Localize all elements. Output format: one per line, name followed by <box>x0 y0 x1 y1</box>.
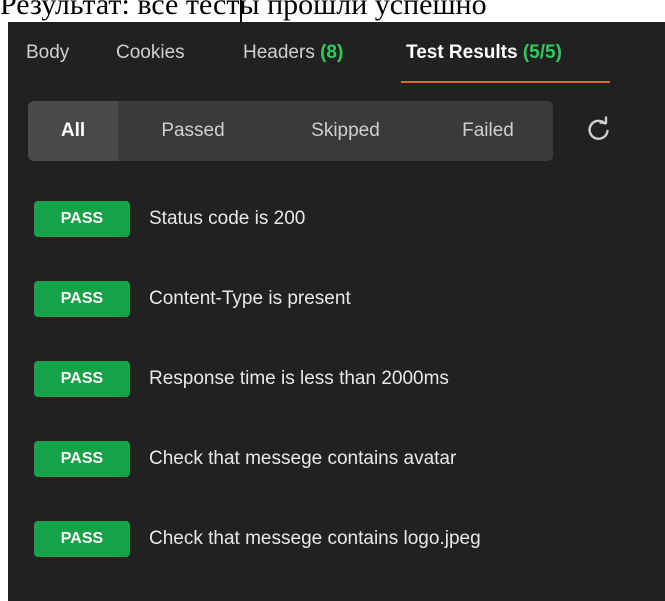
caption-text: Результат: все тесты прошли успешно <box>0 0 487 21</box>
filter-skipped-button[interactable]: Skipped <box>278 101 413 161</box>
list-item: PASS Check that messege contains logo.jp… <box>8 517 665 561</box>
tab-test-results-label: Test Results <box>406 42 518 63</box>
active-tab-underline <box>401 81 610 83</box>
filter-failed-button[interactable]: Failed <box>433 101 543 161</box>
refresh-icon <box>588 116 609 140</box>
pass-badge: PASS <box>34 361 130 397</box>
refresh-button[interactable] <box>584 115 614 145</box>
pass-badge: PASS <box>34 441 130 477</box>
tab-headers[interactable]: Headers (8) <box>243 38 343 68</box>
tab-headers-count: (8) <box>320 42 344 63</box>
list-item: PASS Content-Type is present <box>8 277 665 321</box>
tab-cookies-label: Cookies <box>116 42 185 63</box>
left-edge <box>0 22 8 601</box>
response-tabs: Body Cookies Headers (8) Test Results (5… <box>8 22 665 84</box>
tab-body-label: Body <box>26 42 70 63</box>
pass-badge: PASS <box>34 281 130 317</box>
tab-cookies[interactable]: Cookies <box>116 38 185 68</box>
pass-badge: PASS <box>34 521 130 557</box>
list-item: PASS Check that messege contains avatar <box>8 437 665 481</box>
screenshot: Результат: все тесты прошли успешно Body… <box>0 0 665 601</box>
filter-passed-button[interactable]: Passed <box>133 101 253 161</box>
test-name: Response time is less than 2000ms <box>149 368 449 389</box>
caption-divider <box>240 0 242 22</box>
test-name: Content-Type is present <box>149 288 351 309</box>
tab-headers-label: Headers <box>243 42 315 63</box>
tab-body[interactable]: Body <box>26 38 69 68</box>
pass-badge: PASS <box>34 201 130 237</box>
test-name: Check that messege contains avatar <box>149 448 457 469</box>
test-results-panel: Body Cookies Headers (8) Test Results (5… <box>8 22 665 601</box>
tab-test-results-count: (5/5) <box>522 42 562 63</box>
test-name: Status code is 200 <box>149 208 306 229</box>
result-filter-bar: All Passed Skipped Failed <box>28 101 553 161</box>
list-item: PASS Status code is 200 <box>8 197 665 241</box>
filter-all-button[interactable]: All <box>28 101 118 161</box>
test-name: Check that messege contains logo.jpeg <box>149 528 481 549</box>
list-item: PASS Response time is less than 2000ms <box>8 357 665 401</box>
tab-test-results[interactable]: Test Results (5/5) <box>406 38 562 68</box>
